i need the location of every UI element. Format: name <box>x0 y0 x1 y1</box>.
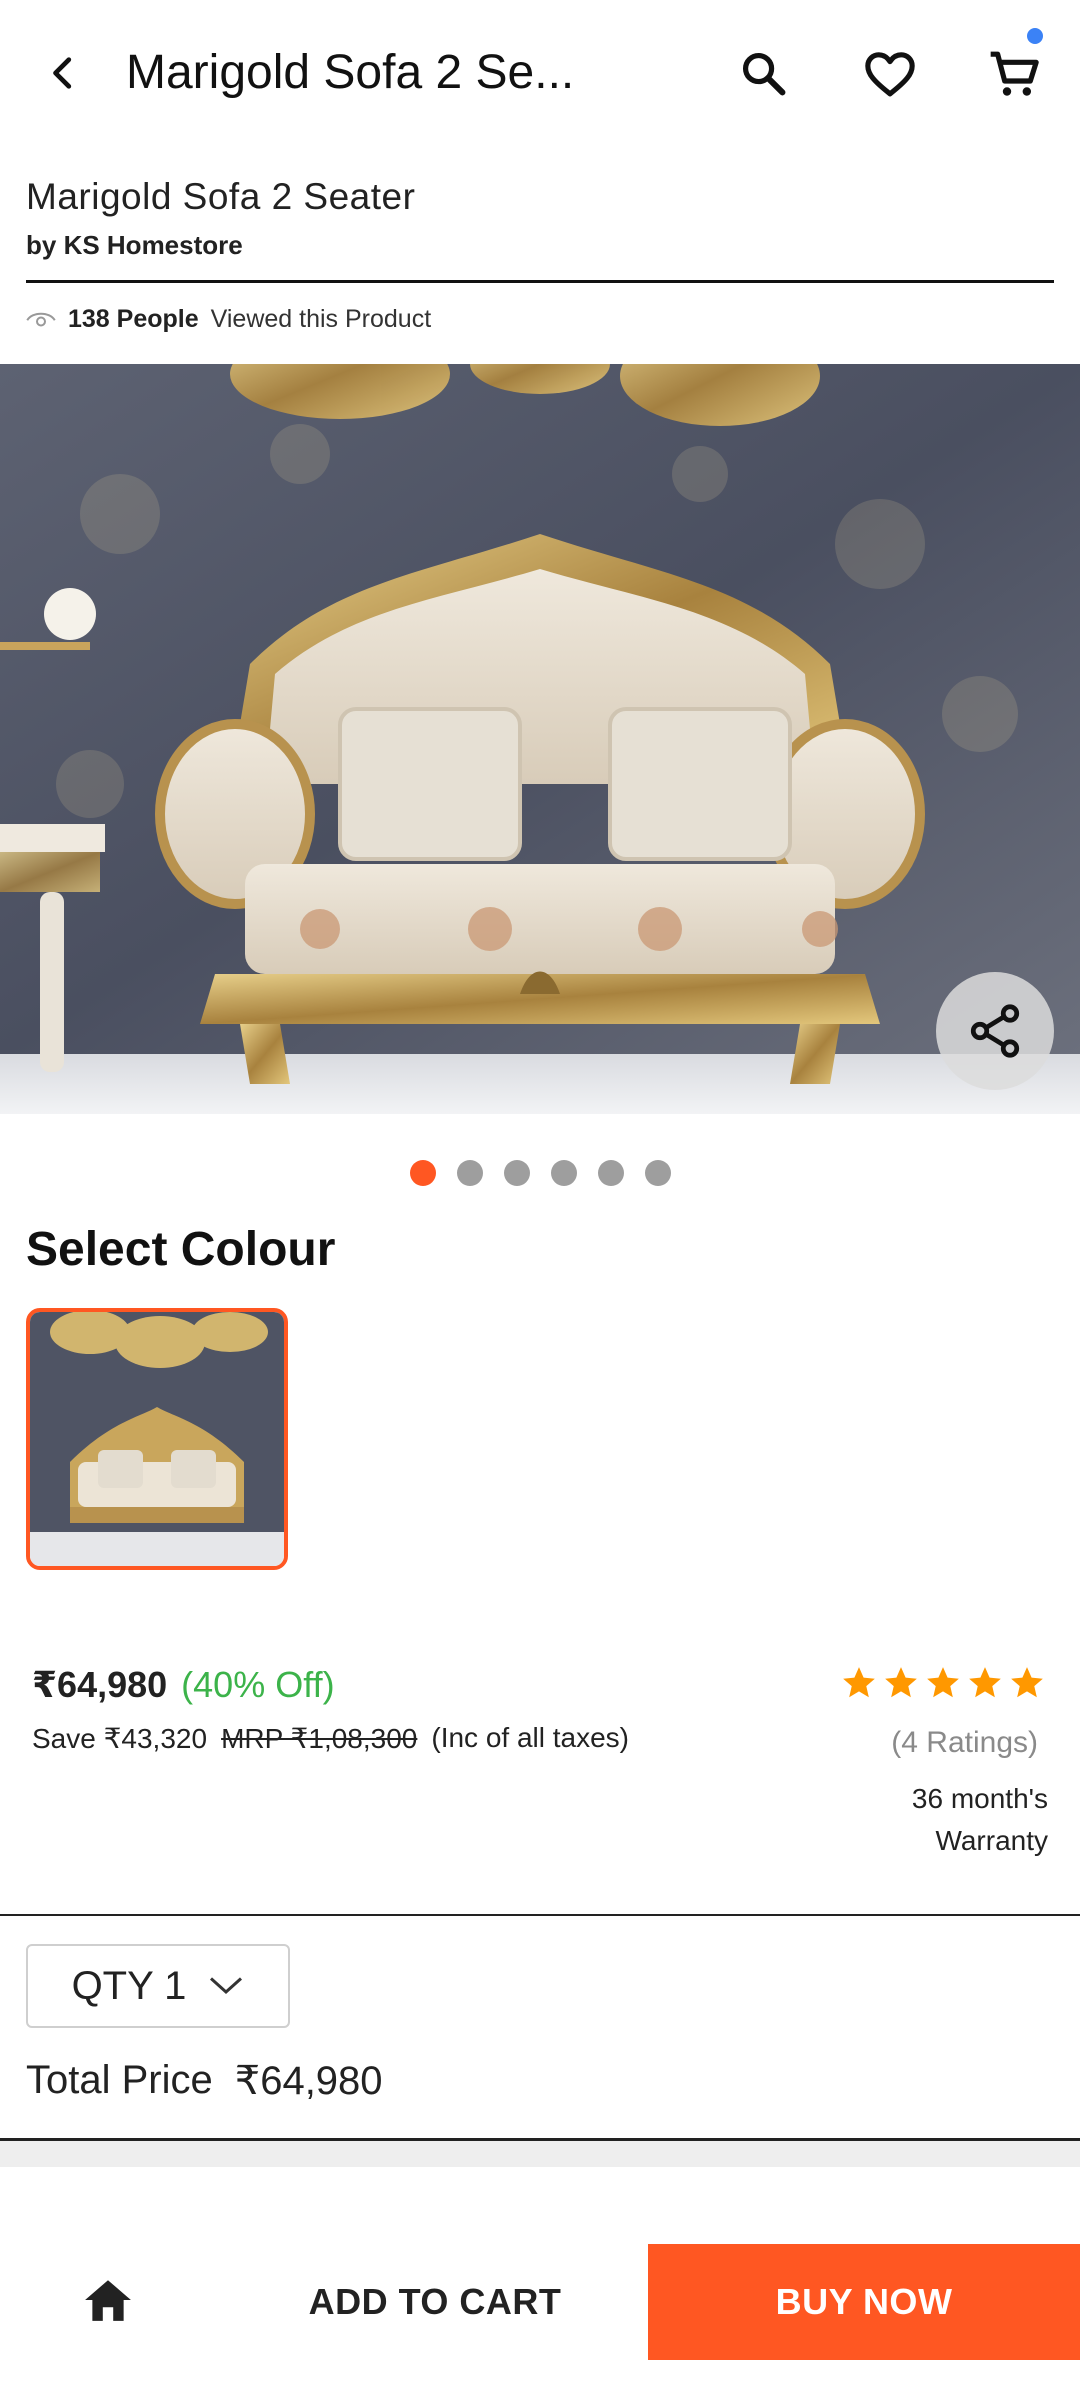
chevron-down-icon <box>210 1977 243 1995</box>
brand-name[interactable]: by KS Homestore <box>26 230 243 261</box>
total-price-row: Total Price ₹64,980 <box>26 2058 383 2104</box>
section-separator <box>0 2141 1080 2167</box>
search-button[interactable] <box>726 36 802 112</box>
rating-stars[interactable] <box>840 1664 1046 1702</box>
star-icon <box>885 1667 917 1698</box>
product-image-carousel[interactable] <box>0 364 1080 1114</box>
buy-now-button[interactable]: BUY NOW <box>648 2244 1080 2360</box>
product-image <box>0 364 1080 1114</box>
product-name: Marigold Sofa 2 Seater <box>26 176 416 217</box>
carousel-dot[interactable] <box>409 1160 436 1186</box>
heart-icon <box>865 52 915 97</box>
savings-row: Save ₹43,320 MRP ₹1,08,300 (Inc of all t… <box>32 1722 629 1755</box>
ratings-count[interactable]: (4 Ratings) <box>891 1726 1038 1760</box>
price-row: ₹64,980 (40% Off) <box>32 1664 335 1706</box>
cart-notification-dot <box>1027 28 1043 44</box>
add-to-cart-button[interactable]: ADD TO CART <box>250 2244 620 2360</box>
views-count: 138 People <box>68 304 199 333</box>
total-price-value: ₹64,980 <box>234 2059 383 2103</box>
back-button[interactable] <box>28 38 98 108</box>
carousel-indicator <box>0 1160 1080 1188</box>
app-bar: Marigold Sofa 2 Se... <box>0 0 1080 150</box>
quantity-selector[interactable]: QTY 1 <box>26 1944 290 2028</box>
divider <box>26 280 1054 283</box>
views-row: 138 People Viewed this Product <box>26 302 431 336</box>
star-icon <box>843 1667 875 1698</box>
search-icon <box>742 52 786 96</box>
star-icon <box>969 1667 1001 1698</box>
discount-percent: (40% Off) <box>181 1664 335 1705</box>
share-icon <box>970 1004 1020 1058</box>
carousel-dot[interactable] <box>456 1160 483 1186</box>
cart-icon <box>990 51 1039 96</box>
appbar-title: Marigold Sofa 2 Se... <box>126 46 575 99</box>
total-price-label: Total Price <box>26 2058 213 2102</box>
price: ₹64,980 <box>32 1664 168 1705</box>
carousel-dot[interactable] <box>644 1160 671 1186</box>
wishlist-button[interactable] <box>852 36 928 112</box>
colour-option-selected[interactable] <box>26 1308 288 1570</box>
home-icon <box>85 2280 131 2321</box>
carousel-dot[interactable] <box>597 1160 624 1186</box>
star-icon <box>1011 1667 1043 1698</box>
tax-note: (Inc of all taxes) <box>431 1722 630 1753</box>
cart-button[interactable] <box>976 36 1052 112</box>
divider <box>0 1914 1080 1916</box>
star-icon <box>927 1667 959 1698</box>
views-text: Viewed this Product <box>210 304 432 333</box>
carousel-dot[interactable] <box>550 1160 577 1186</box>
share-button[interactable] <box>936 972 1054 1090</box>
warranty-info: 36 month's Warranty <box>911 1783 1048 1856</box>
back-icon <box>53 57 72 89</box>
select-colour-heading: Select Colour <box>26 1223 336 1276</box>
quantity-label: QTY 1 <box>71 1963 187 2008</box>
eye-icon <box>26 312 56 327</box>
mrp-price: MRP ₹1,08,300 <box>221 1723 418 1754</box>
home-button[interactable] <box>68 2268 148 2332</box>
colour-thumbnail-image <box>30 1312 284 1566</box>
savings-amount: Save ₹43,320 <box>32 1723 208 1754</box>
carousel-dot[interactable] <box>503 1160 530 1186</box>
